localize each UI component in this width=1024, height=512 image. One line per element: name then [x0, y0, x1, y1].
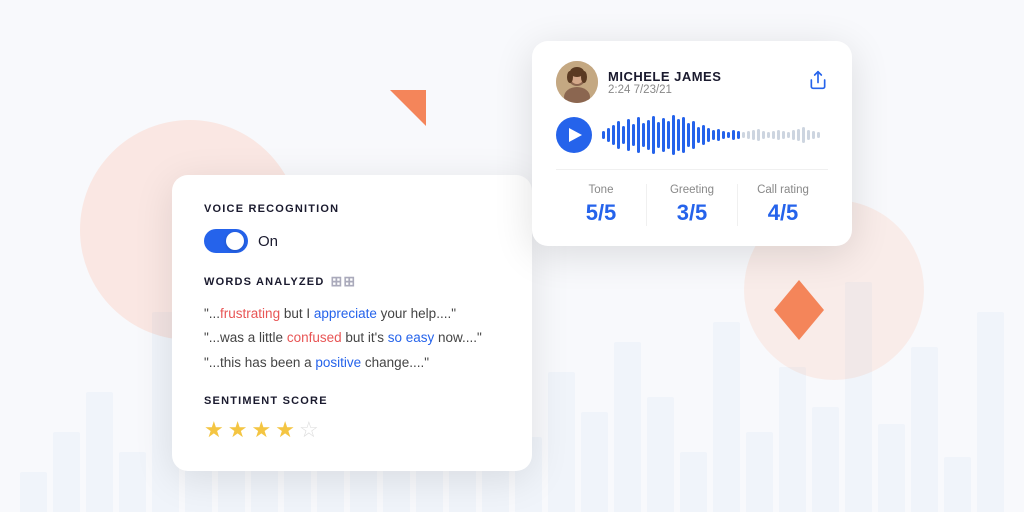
words-list: "...frustrating but I appreciate your he… [204, 302, 500, 375]
waveform-bar-20 [702, 125, 705, 145]
waveform-bar-38 [792, 130, 795, 140]
phrase-2: "...was a little confused but it's so ea… [204, 326, 500, 350]
word-appreciate: appreciate [314, 306, 377, 321]
word-positive: positive [315, 355, 361, 370]
metric-tone-label: Tone [556, 184, 646, 196]
word-confused: confused [287, 330, 342, 345]
metric-tone-value: 5/5 [556, 200, 646, 226]
waveform-bar-35 [777, 130, 780, 140]
metric-callrating: Call rating 4/5 [738, 184, 828, 226]
waveform-bar-22 [712, 130, 715, 140]
sentiment-title: SENTIMENT SCORE [204, 395, 500, 407]
waveform-bar-27 [737, 131, 740, 139]
metric-tone: Tone 5/5 [556, 184, 647, 226]
waveform-bar-33 [767, 132, 770, 138]
words-icon: ⊞⊞ [331, 273, 357, 290]
waveform-bar-6 [632, 124, 635, 146]
metrics-row: Tone 5/5 Greeting 3/5 Call rating 4/5 [556, 169, 828, 226]
waveform-bar-25 [727, 132, 730, 138]
star-5: ☆ [299, 417, 319, 443]
waveform-bar-41 [807, 130, 810, 140]
waveform-bar-5 [627, 119, 630, 151]
audio-card-header: MICHELE JAMES 2:24 7/23/21 [556, 61, 828, 103]
star-1: ★ [204, 417, 224, 443]
star-2: ★ [228, 417, 248, 443]
waveform-bar-42 [812, 131, 815, 139]
waveform-bar-8 [642, 123, 645, 147]
toggle-row: On [204, 229, 500, 253]
words-analyzed-title: WORDS ANALYZED ⊞⊞ [204, 273, 500, 290]
waveform-bar-9 [647, 120, 650, 150]
waveform-bar-31 [757, 129, 760, 141]
user-meta: 2:24 7/23/21 [608, 84, 721, 96]
word-easy: so easy [388, 330, 435, 345]
metric-greeting-value: 3/5 [647, 200, 737, 226]
waveform-bar-17 [687, 123, 690, 147]
waveform-bar-24 [722, 131, 725, 139]
waveform-bar-43 [817, 132, 820, 138]
waveform-bar-40 [802, 127, 805, 143]
waveform-bar-26 [732, 130, 735, 140]
toggle-label: On [258, 233, 278, 250]
waveform-bar-15 [677, 119, 680, 151]
metric-greeting-label: Greeting [647, 184, 737, 196]
waveform-bar-1 [607, 128, 610, 142]
user-name: MICHELE JAMES [608, 69, 721, 84]
main-container: VOICE RECOGNITION On WORDS ANALYZED ⊞⊞ "… [0, 0, 1024, 512]
user-info: MICHELE JAMES 2:24 7/23/21 [556, 61, 721, 103]
waveform-bar-37 [787, 132, 790, 138]
audio-card: MICHELE JAMES 2:24 7/23/21 [532, 41, 852, 246]
metric-greeting: Greeting 3/5 [647, 184, 738, 226]
waveform-bar-30 [752, 130, 755, 140]
phrase-1: "...frustrating but I appreciate your he… [204, 302, 500, 326]
word-frustrating: frustrating [220, 306, 280, 321]
voice-recognition-card: VOICE RECOGNITION On WORDS ANALYZED ⊞⊞ "… [172, 175, 532, 471]
waveform-bar-28 [742, 132, 745, 138]
waveform-bar-16 [682, 117, 685, 153]
waveform-bar-14 [672, 115, 675, 155]
cards-wrapper: VOICE RECOGNITION On WORDS ANALYZED ⊞⊞ "… [172, 41, 852, 471]
phrase-3: "...this has been a positive change...." [204, 351, 500, 375]
waveform-bar-11 [657, 122, 660, 148]
user-details: MICHELE JAMES 2:24 7/23/21 [608, 69, 721, 96]
waveform-bar-10 [652, 116, 655, 154]
metric-callrating-value: 4/5 [738, 200, 828, 226]
waveform-bar-12 [662, 118, 665, 152]
waveform-bar-23 [717, 129, 720, 141]
waveform-bar-0 [602, 131, 605, 139]
waveform-bar-7 [637, 117, 640, 153]
waveform-bar-32 [762, 131, 765, 139]
waveform-bar-18 [692, 121, 695, 149]
waveform-bar-4 [622, 126, 625, 144]
metric-callrating-label: Call rating [738, 184, 828, 196]
waveform-bar-29 [747, 131, 750, 139]
waveform-bar-34 [772, 131, 775, 139]
stars-row: ★ ★ ★ ★ ☆ [204, 417, 500, 443]
avatar-image [556, 61, 598, 103]
waveform-bar-3 [617, 121, 620, 149]
waveform[interactable] [602, 117, 828, 153]
waveform-bar-19 [697, 127, 700, 143]
waveform-bar-39 [797, 129, 800, 141]
waveform-bar-13 [667, 121, 670, 149]
waveform-bar-21 [707, 128, 710, 142]
avatar [556, 61, 598, 103]
waveform-bar-36 [782, 131, 785, 139]
star-4: ★ [275, 417, 295, 443]
waveform-row [556, 117, 828, 153]
share-icon[interactable] [808, 70, 828, 95]
voice-toggle[interactable] [204, 229, 248, 253]
voice-recognition-title: VOICE RECOGNITION [204, 203, 500, 215]
waveform-bar-2 [612, 125, 615, 145]
play-button[interactable] [556, 117, 592, 153]
star-3: ★ [251, 417, 271, 443]
